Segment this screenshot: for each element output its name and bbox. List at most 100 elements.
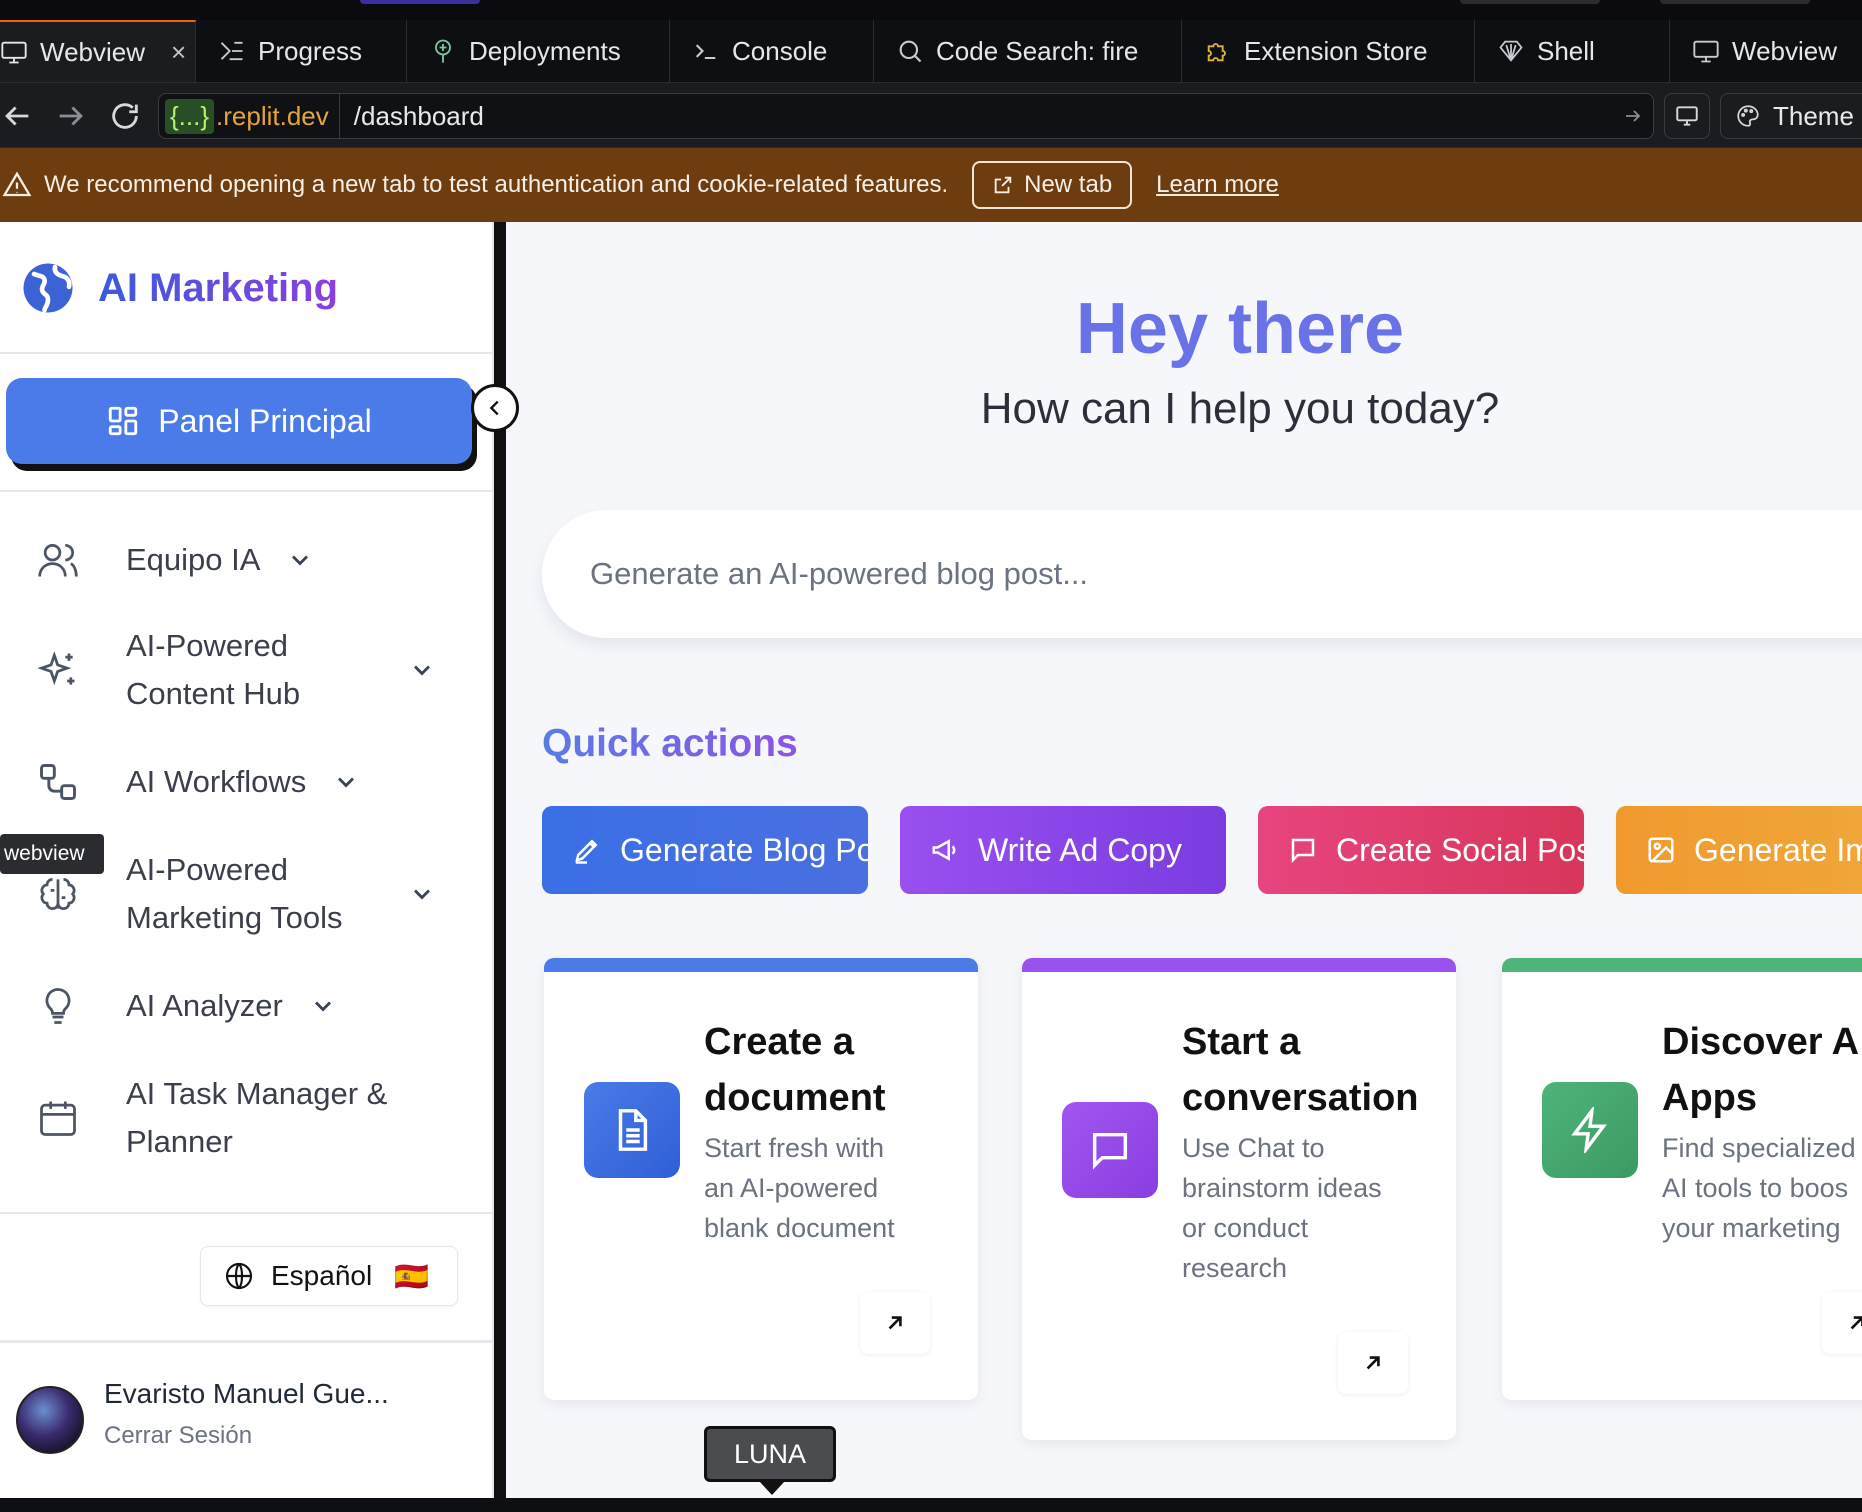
theme-button[interactable]: Theme	[1720, 93, 1862, 139]
hero-subtitle: How can I help you today?	[980, 384, 1500, 433]
card-stripe	[1022, 958, 1456, 972]
card-title-line: Create a	[704, 1021, 854, 1063]
new-tab-button[interactable]: New tab	[972, 161, 1133, 209]
sidebar-item-ai-analyzer[interactable]: AI Analyzer	[0, 966, 494, 1046]
divider	[0, 1212, 494, 1214]
url-field[interactable]: {...} .replit.dev /dashboard	[158, 93, 1654, 139]
forward-arrow-icon[interactable]	[54, 99, 88, 133]
arrow-up-right-icon	[888, 1316, 902, 1330]
brand[interactable]: AI Marketing	[20, 260, 338, 316]
sidebar-item-task-manager[interactable]: AI Task Manager & Planner	[0, 1066, 494, 1170]
arrow-up-right-icon	[1366, 1356, 1380, 1370]
create-document-card[interactable]: Create a document Start fresh with an AI-p…	[544, 958, 978, 1400]
card-description: Use Chat to brainstorm ideas or conduct res…	[1182, 1128, 1422, 1288]
card-stripe	[1502, 958, 1862, 972]
discover-apps-card[interactable]: Discover A Apps Find specialized AI tools …	[1502, 958, 1862, 1400]
card-title-line: document	[704, 1077, 886, 1119]
spain-flag-icon: 🇪🇸	[394, 1260, 430, 1292]
url-path: /dashboard	[353, 100, 484, 131]
warning-icon	[2, 171, 32, 197]
desc-line: Find specialized	[1662, 1133, 1856, 1163]
auth-warning-banner: We recommend opening a new tab to test a…	[0, 148, 1862, 222]
card-title-line: Start a	[1182, 1021, 1301, 1063]
card-title: Create a document	[704, 1014, 974, 1126]
calendar-icon	[40, 1101, 76, 1136]
back-arrow-icon[interactable]	[0, 99, 34, 133]
sidebar-item-label: AI-Powered Content Hub	[126, 622, 300, 718]
tab-webview-2[interactable]: Webview	[1670, 20, 1862, 82]
generate-image-button[interactable]: Generate Im	[1616, 806, 1862, 894]
desc-line: brainstorm ideas	[1182, 1173, 1382, 1203]
luna-tooltip: LUNA	[704, 1426, 836, 1495]
prompt-input[interactable]	[590, 544, 1590, 604]
user-name: Evaristo Manuel Gue...	[104, 1378, 389, 1409]
generate-blog-post-button[interactable]: Generate Blog Post	[542, 806, 868, 894]
search-icon	[899, 40, 922, 63]
card-description: Find specialized AI tools to boos your mar…	[1662, 1128, 1862, 1248]
quick-actions-title: Quick actions	[542, 722, 798, 765]
desc-line: your marketing	[1662, 1213, 1841, 1243]
sidebar-item-content-hub[interactable]: AI-Powered Content Hub	[0, 618, 494, 722]
tab-label: Shell	[1537, 35, 1595, 66]
shell-icon	[1499, 40, 1523, 62]
tab-progress[interactable]: Progress	[196, 20, 407, 82]
quick-action-label: Create Social Post	[1336, 831, 1584, 868]
tab-label: Code Search: fire	[936, 35, 1139, 66]
panel-principal-button[interactable]: Panel Principal	[6, 378, 472, 464]
os-top-strip	[0, 0, 1862, 20]
tab-console[interactable]: Console	[670, 20, 874, 82]
tab-label: Progress	[258, 35, 363, 66]
create-social-post-button[interactable]: Create Social Post	[1258, 806, 1584, 894]
tab-shell[interactable]: Shell	[1475, 20, 1670, 82]
start-conversation-card[interactable]: Start a conversation Use Chat to brainstor…	[1022, 958, 1456, 1440]
reload-icon[interactable]	[108, 99, 142, 133]
monitor-icon	[1693, 40, 1719, 63]
ide-tab-bar: Webview × Progress Deployments Console C…	[0, 20, 1862, 82]
deployments-icon	[435, 39, 451, 63]
quick-action-label: Write Ad Copy	[978, 831, 1182, 868]
users-icon	[38, 543, 78, 577]
monitor-icon	[1, 41, 27, 64]
label-line: AI Task Manager &	[126, 1076, 388, 1111]
external-link-icon	[994, 176, 1012, 194]
workflow-icon	[40, 764, 76, 800]
learn-more-link[interactable]: Learn more	[1156, 171, 1279, 199]
collapse-sidebar-button[interactable]	[471, 384, 519, 432]
open-arrow-button[interactable]	[860, 1292, 930, 1354]
globe-logo-icon	[23, 263, 73, 313]
indicator-pill	[1660, 0, 1810, 4]
go-arrow-icon[interactable]	[1613, 104, 1653, 128]
card-title-line: Discover A	[1662, 1021, 1860, 1063]
desc-line: blank document	[704, 1213, 895, 1243]
brand-title: AI Marketing	[98, 265, 339, 310]
desc-line: Use Chat to	[1182, 1133, 1325, 1163]
avatar[interactable]	[16, 1386, 84, 1454]
desc-line: Start fresh with	[704, 1133, 885, 1163]
sidebar-item-ai-workflows[interactable]: AI Workflows	[0, 742, 494, 822]
close-icon[interactable]: ×	[171, 37, 186, 68]
desc-line: research	[1182, 1253, 1288, 1283]
tab-webview[interactable]: Webview ×	[0, 20, 196, 82]
write-ad-copy-button[interactable]: Write Ad Copy	[900, 806, 1226, 894]
tab-label: Extension Store	[1244, 35, 1428, 66]
language-selector[interactable]: Español 🇪🇸	[200, 1246, 458, 1306]
open-arrow-button[interactable]	[1338, 1332, 1408, 1394]
devtools-button[interactable]	[1664, 93, 1710, 139]
sidebar-item-label: AI-Powered Marketing Tools	[126, 846, 343, 942]
logout-link[interactable]: Cerrar Sesión	[104, 1422, 252, 1450]
divider	[0, 1340, 494, 1343]
card-description: Start fresh with an AI-powered blank docum…	[704, 1128, 944, 1248]
main-content: Hey there How can I help you today? Quic…	[506, 222, 1862, 1498]
tab-deployments[interactable]: Deployments	[407, 20, 670, 82]
indicator-pill	[360, 0, 480, 4]
open-arrow-button[interactable]	[1822, 1292, 1862, 1354]
tab-code-search[interactable]: Code Search: fire	[874, 20, 1182, 82]
sidebar-item-equipo-ia[interactable]: Equipo IA	[0, 522, 494, 598]
prompt-search-box	[542, 510, 1862, 638]
puzzle-icon	[1207, 43, 1226, 62]
desc-line: or conduct	[1182, 1213, 1309, 1243]
chevron-down-icon	[338, 777, 355, 788]
terminal-icon	[695, 44, 716, 60]
tab-extension-store[interactable]: Extension Store	[1182, 20, 1475, 82]
chevron-left-icon	[489, 400, 499, 416]
